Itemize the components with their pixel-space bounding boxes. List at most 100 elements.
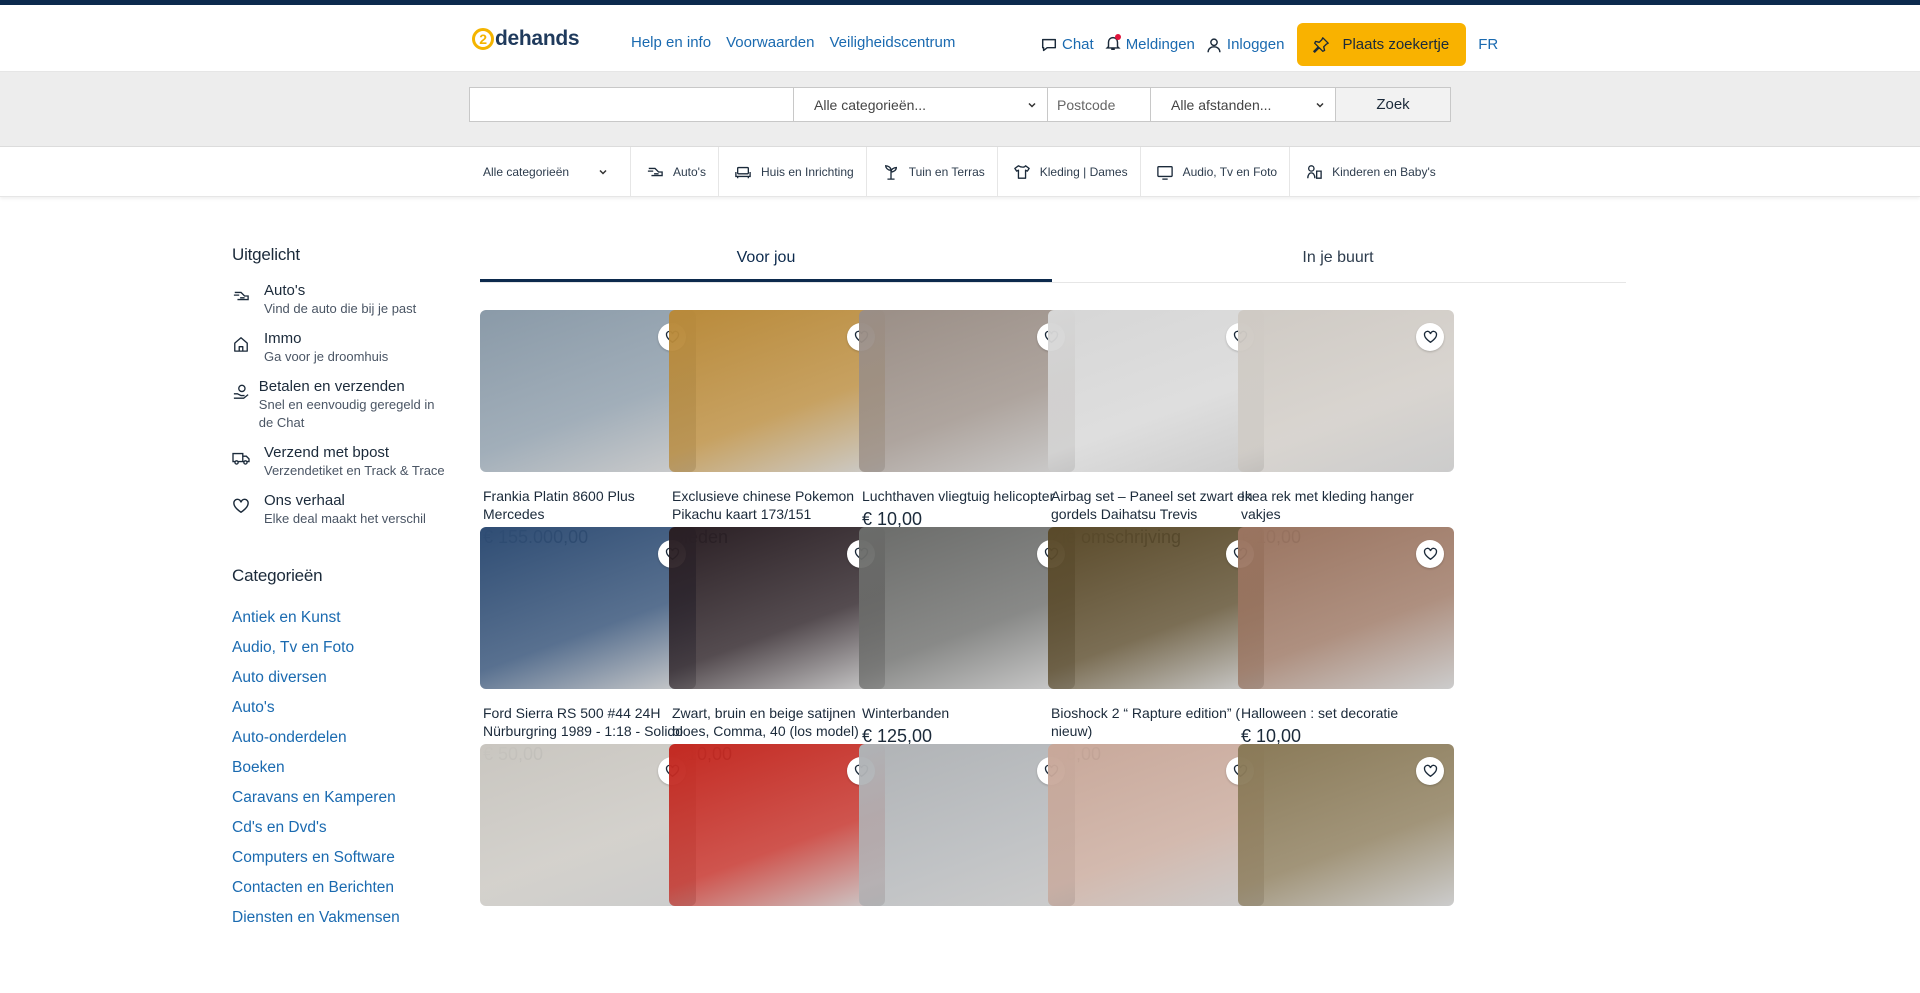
all-categories-dropdown[interactable]: Alle categorieën [469,147,631,197]
listing-card[interactable]: Zwart, bruin en beige satijnen bloes, Co… [669,527,885,765]
category-link[interactable]: Caravans en Kamperen [232,783,447,813]
safety-link[interactable]: Veiligheidscentrum [829,34,955,51]
category-link[interactable]: Cd's en Dvd's [232,813,447,843]
featured-item-immo[interactable]: Immo Ga voor je droomhuis [232,330,447,366]
featured-item-story[interactable]: Ons verhaal Elke deal maakt het verschil [232,492,447,528]
category-link[interactable]: Antiek en Kunst [232,603,447,633]
category-garden[interactable]: Tuin en Terras [867,147,998,197]
listing-title[interactable]: Zwart, bruin en beige satijnen bloes, Co… [669,704,885,740]
category-clothing[interactable]: Kleding | Dames [998,147,1141,197]
category-link[interactable]: Audio, Tv en Foto [232,633,447,663]
featured-item-payment[interactable]: Betalen en verzenden Snel en eenvoudig ge… [232,378,447,432]
listing-card[interactable]: Halloween : set decoratie € 10,00 [1238,527,1454,747]
listing-photo[interactable] [480,527,696,689]
listing-card[interactable]: Ikea rek met kleding hanger vakjes€ 10,0… [1238,310,1454,548]
category-link[interactable]: Contacten en Berichten [232,873,447,903]
distance-select[interactable]: Alle afstanden... [1151,88,1336,121]
search-input[interactable] [470,88,794,121]
category-link[interactable]: Computers en Software [232,843,447,873]
tab-nearby[interactable]: In je buurt [1052,240,1624,282]
listing-title[interactable]: Exclusieve chinese Pokemon Pikachu kaart… [669,487,885,523]
help-link[interactable]: Help en info [631,34,711,51]
truck-icon [232,452,250,465]
help-links: Help en info Voorwaarden Veiligheidscent… [631,34,970,51]
listing-photo[interactable] [859,527,1075,689]
category-list: Antiek en Kunst Audio, Tv en Foto Auto div… [232,603,447,933]
category-audio-tv[interactable]: Audio, Tv en Foto [1141,147,1291,197]
listing-photo[interactable] [480,744,696,906]
listing-card[interactable] [1048,744,1264,906]
language-switch[interactable]: FR [1478,36,1498,53]
listing-photo[interactable] [1048,527,1264,689]
house-icon [234,337,248,352]
listing-photo[interactable] [859,310,1075,472]
listing-card[interactable] [669,744,885,906]
terms-link[interactable]: Voorwaarden [726,34,814,51]
header-actions: Chat Meldingen Inloggen Plaats zoekertje… [1040,23,1498,66]
category-link[interactable]: Auto diversen [232,663,447,693]
category-home[interactable]: Huis en Inrichting [719,147,867,197]
favorite-heart-icon[interactable] [1416,323,1444,351]
listing-card[interactable]: Winterbanden € 125,00 [859,527,1075,747]
featured-title-text: Immo [264,330,302,347]
listing-photo[interactable] [669,527,885,689]
category-cars[interactable]: Auto's [631,147,719,197]
listing-photo[interactable] [1048,310,1264,472]
listing-photo[interactable] [669,744,885,906]
tv-icon [1156,166,1173,180]
listing-title[interactable]: Frankia Platin 8600 Plus Mercedes [480,487,696,523]
chat-icon [1041,38,1057,51]
listing-photo[interactable] [1238,744,1454,906]
tab-for-you[interactable]: Voor jou [480,240,1052,282]
listing-title[interactable]: Halloween : set decoratie [1238,704,1454,722]
all-categories-label: Alle categorieën [483,165,570,179]
listing-title[interactable]: Luchthaven vliegtuig helicopter [859,487,1075,505]
logo-mark: 2 [472,28,494,50]
site-logo[interactable]: 2 dehands [472,27,580,51]
listing-card[interactable]: Exclusieve chinese Pokemon Pikachu kaart… [669,310,885,548]
listing-card[interactable]: Airbag set – Paneel set zwart en gordels… [1048,310,1264,548]
distance-select-value: Alle afstanden... [1171,96,1272,113]
listing-photo[interactable] [1048,744,1264,906]
notifications-link[interactable]: Meldingen [1104,33,1195,56]
listing-card[interactable] [480,744,696,906]
clothing-icon [1013,165,1030,179]
search-button[interactable]: Zoek [1336,88,1450,121]
listing-card[interactable]: Luchthaven vliegtuig helicopter € 10,00 [859,310,1075,530]
category-link[interactable]: Diensten en Vakmensen [232,903,447,933]
listing-title[interactable]: Bioshock 2 “ Rapture edition” ( nieuw) [1048,704,1264,740]
listing-title[interactable]: Ford Sierra RS 500 #44 24H Nürburgring 1… [480,704,696,740]
listing-photo[interactable] [1238,310,1454,472]
listing-photo[interactable] [480,310,696,472]
listing-photo[interactable] [669,310,885,472]
category-link[interactable]: Auto's [232,693,447,723]
postcode-input[interactable]: Postcode [1048,88,1151,121]
listing-title[interactable]: Airbag set – Paneel set zwart en gordels… [1048,487,1264,523]
favorite-heart-icon[interactable] [1416,757,1444,785]
listing-card[interactable]: Bioshock 2 “ Rapture edition” ( nieuw)€ … [1048,527,1264,765]
chat-link[interactable]: Chat [1040,36,1094,54]
listing-card[interactable]: Frankia Platin 8600 Plus Mercedes€ 155.0… [480,310,696,548]
category-link[interactable]: Auto-onderdelen [232,723,447,753]
listing-card[interactable] [1238,744,1454,906]
login-link[interactable]: Inloggen [1205,36,1284,54]
listing-card[interactable]: Ford Sierra RS 500 #44 24H Nürburgring 1… [480,527,696,765]
category-select[interactable]: Alle categorieën... [794,88,1048,121]
listing-title[interactable]: Winterbanden [859,704,1075,722]
category-label: Huis en Inrichting [760,165,854,179]
category-link[interactable]: Boeken [232,753,447,783]
listing-photo[interactable] [859,744,1075,906]
category-label: Kleding | Dames [1039,165,1128,179]
listing-title[interactable]: Ikea rek met kleding hanger vakjes [1238,487,1454,523]
listing-card[interactable] [859,744,1075,906]
featured-item-cars[interactable]: Auto's Vind de auto die bij je past [232,282,447,318]
place-ad-button[interactable]: Plaats zoekertje [1297,23,1467,66]
notifications-label: Meldingen [1125,36,1195,53]
favorite-heart-icon[interactable] [1416,540,1444,568]
search-band: Alle categorieën... Postcode Alle afstan… [0,72,1920,147]
featured-item-bpost[interactable]: Verzend met bpost Verzendetiket en Track … [232,444,447,480]
listing-photo[interactable] [1238,527,1454,689]
category-bar: Alle categorieën Auto's Huis en Inrichti… [0,147,1920,197]
user-icon [1207,37,1221,52]
category-kids[interactable]: Kinderen en Baby's [1290,147,1448,197]
